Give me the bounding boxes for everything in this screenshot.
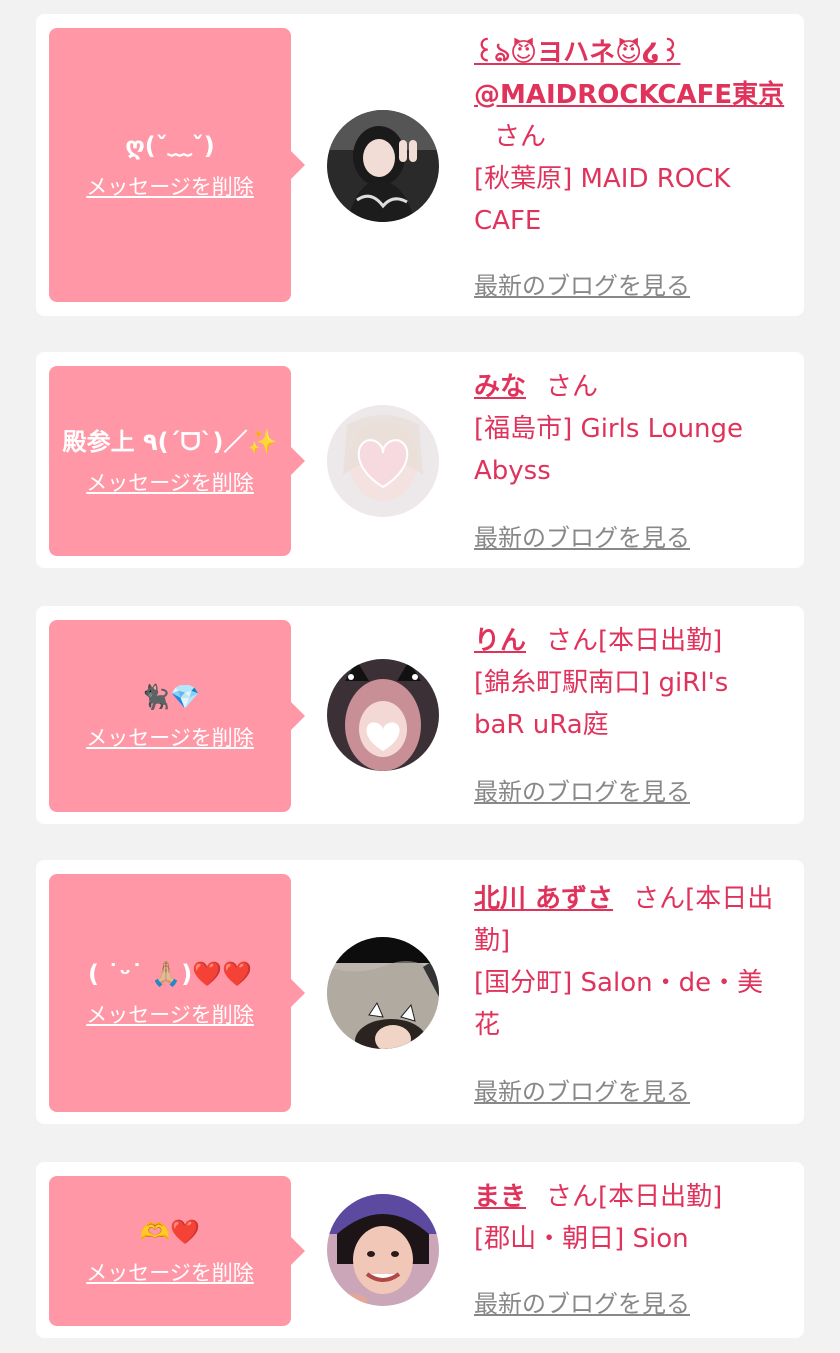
- cast-name-link[interactable]: みな: [474, 372, 526, 402]
- avatar[interactable]: [327, 405, 439, 517]
- girl-peace-sign-photo-icon: [327, 110, 439, 222]
- work-status: [本日出勤]: [598, 626, 723, 656]
- latest-blog-link[interactable]: 最新のブログを見る: [474, 1072, 690, 1107]
- girl-smiling-selfie-icon: [327, 1194, 439, 1306]
- delete-message-link[interactable]: メッセージを削除: [86, 1257, 254, 1287]
- shop-name: [郡山・朝日] Sion: [474, 1224, 689, 1254]
- delete-message-link[interactable]: メッセージを削除: [86, 467, 254, 497]
- shop-name: [福島市] Girls Lounge Abyss: [474, 414, 744, 486]
- message-bubble: 殿参上 ٩(ˊᗜˋ)／✨ メッセージを削除: [49, 366, 305, 556]
- honorific: さん: [546, 372, 599, 402]
- message-card: 🫶❤️ メッセージを削除 まき さん[本日出勤] [郡山・朝日] Sion 最新の…: [36, 1162, 804, 1338]
- honorific: さん: [633, 884, 686, 914]
- cast-info: りん さん[本日出勤] [錦糸町駅南口] giRl's baR uRa庭: [474, 620, 786, 746]
- message-card: ( ˙ᵕ˙ 🙏🏼)❤️❤️ メッセージを削除 北川 あずさ さん[本日出勤] [国…: [36, 860, 804, 1124]
- message-text: 🫶❤️: [140, 1218, 200, 1246]
- message-text: ( ˙ᵕ˙ 🙏🏼)❤️❤️: [87, 960, 252, 988]
- message-card: 🐈‍⬛💎 メッセージを削除 りん さん[本日出勤] [錦糸町駅南口] giRl's…: [36, 606, 804, 824]
- message-bubble: 🐈‍⬛💎 メッセージを削除: [49, 620, 305, 812]
- shop-name: [錦糸町駅南口] giRl's baR uRa庭: [474, 668, 729, 740]
- delete-message-link[interactable]: メッセージを削除: [86, 999, 254, 1029]
- message-text: ღ(ˇ﹏ˇ): [125, 132, 215, 160]
- cast-info: 北川 あずさ さん[本日出勤] [国分町] Salon・de・美花: [474, 878, 786, 1046]
- honorific: さん: [546, 626, 599, 656]
- message-bubble: ღ(ˇ﹏ˇ) メッセージを削除: [49, 28, 305, 302]
- blurred-face-heart-sticker-icon: [327, 405, 439, 517]
- work-status: [本日出勤]: [598, 1182, 723, 1212]
- avatar[interactable]: [327, 110, 439, 222]
- latest-blog-link[interactable]: 最新のブログを見る: [474, 1284, 690, 1319]
- avatar[interactable]: [327, 1194, 439, 1306]
- message-bubble: ( ˙ᵕ˙ 🙏🏼)❤️❤️ メッセージを削除: [49, 874, 305, 1112]
- latest-blog-link[interactable]: 最新のブログを見る: [474, 772, 690, 807]
- message-card: 殿参上 ٩(ˊᗜˋ)／✨ メッセージを削除 みな さん [福島市] Girls L…: [36, 352, 804, 568]
- message-bubble: 🫶❤️ メッセージを削除: [49, 1176, 305, 1326]
- cast-info: まき さん[本日出勤] [郡山・朝日] Sion: [474, 1176, 786, 1260]
- girl-peeking-cat-ears-icon: [327, 937, 439, 1049]
- cast-name-link[interactable]: まき: [474, 1182, 526, 1212]
- cast-info: みな さん [福島市] Girls Lounge Abyss: [474, 366, 786, 492]
- girl-cat-ears-heart-sticker-icon: [327, 659, 439, 771]
- message-text: 🐈‍⬛💎: [140, 683, 200, 711]
- honorific: さん: [494, 122, 547, 152]
- cast-name-link[interactable]: りん: [474, 626, 526, 656]
- shop-name: [秋葉原] MAID ROCK CAFE: [474, 164, 731, 236]
- delete-message-link[interactable]: メッセージを削除: [86, 171, 254, 201]
- cast-info: ꒰ঌ😈ヨハネ😈໒꒱@MAIDROCKCAFE東京さん [秋葉原] MAID RO…: [474, 32, 786, 242]
- latest-blog-link[interactable]: 最新のブログを見る: [474, 518, 690, 553]
- message-card: ღ(ˇ﹏ˇ) メッセージを削除 ꒰ঌ😈ヨハネ😈໒꒱@MAIDROCKCAFE東京…: [36, 14, 804, 316]
- latest-blog-link[interactable]: 最新のブログを見る: [474, 266, 690, 301]
- delete-message-link[interactable]: メッセージを削除: [86, 722, 254, 752]
- avatar[interactable]: [327, 937, 439, 1049]
- cast-name-link[interactable]: 北川 あずさ: [474, 884, 613, 914]
- avatar[interactable]: [327, 659, 439, 771]
- cast-name-link[interactable]: ꒰ঌ😈ヨハネ😈໒꒱@MAIDROCKCAFE東京: [474, 38, 784, 110]
- message-text: 殿参上 ٩(ˊᗜˋ)／✨: [62, 428, 278, 456]
- shop-name: [国分町] Salon・de・美花: [474, 968, 764, 1040]
- honorific: さん: [546, 1182, 599, 1212]
